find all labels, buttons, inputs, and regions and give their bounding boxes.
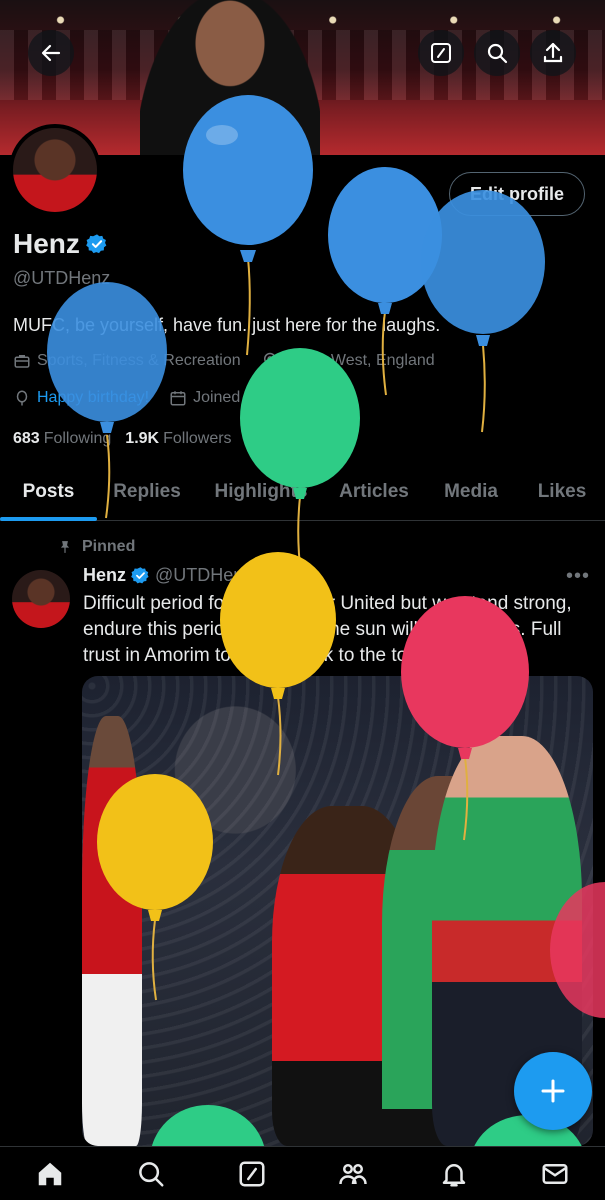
tab-posts[interactable]: Posts bbox=[0, 463, 97, 521]
edit-profile-button[interactable]: Edit profile bbox=[449, 172, 585, 216]
followers-link[interactable]: 1.9K Followers bbox=[125, 430, 231, 448]
grok-icon bbox=[239, 1161, 265, 1186]
profile-avatar[interactable] bbox=[9, 124, 101, 216]
arrow-left-icon bbox=[41, 44, 61, 62]
post-author-avatar[interactable] bbox=[12, 570, 70, 628]
notifications-icon bbox=[442, 1163, 465, 1186]
profile-meta-row-2: Happy birthday! Joined October 2017 bbox=[13, 389, 342, 407]
messages-icon bbox=[542, 1163, 568, 1184]
share-icon bbox=[543, 42, 563, 63]
profile-joined: Joined October 2017 bbox=[193, 389, 342, 406]
post-author-handle: @UTDHenz bbox=[155, 565, 253, 585]
profile-bio: MUFC, be yourself, have fun. just here f… bbox=[13, 315, 441, 335]
nav-grok[interactable] bbox=[222, 1147, 282, 1200]
pinned-label: Pinned bbox=[82, 538, 136, 555]
profile-category: Sports, Fitness & Recreation bbox=[37, 352, 241, 369]
nav-home[interactable] bbox=[20, 1147, 80, 1200]
home-icon bbox=[39, 1162, 62, 1185]
profile-name-row: Henz bbox=[13, 228, 108, 260]
search-button[interactable] bbox=[474, 30, 520, 76]
tab-highlights[interactable]: Highlights bbox=[197, 463, 325, 521]
plus-icon bbox=[541, 1079, 565, 1103]
new-post-button[interactable] bbox=[514, 1052, 592, 1130]
communities-icon bbox=[339, 1163, 367, 1184]
tab-replies[interactable]: Replies bbox=[97, 463, 197, 521]
compose-icon bbox=[431, 43, 451, 63]
pin-icon bbox=[60, 541, 70, 553]
followers-count: 1.9K bbox=[125, 430, 160, 447]
post-header: Henz @UTDHenz · 2d bbox=[83, 565, 288, 586]
birthday-link[interactable]: Happy birthday! bbox=[37, 389, 149, 407]
tab-likes[interactable]: Likes bbox=[519, 463, 605, 521]
balloon-icon bbox=[16, 390, 28, 406]
briefcase-icon bbox=[14, 355, 30, 368]
verified-badge-icon[interactable] bbox=[86, 233, 108, 255]
banner-person bbox=[140, 0, 320, 155]
grok-button[interactable] bbox=[418, 30, 464, 76]
profile-tabs: Posts Replies Highlights Articles Media … bbox=[0, 463, 605, 521]
calendar-icon bbox=[170, 391, 186, 406]
post-time: 2d bbox=[268, 565, 289, 585]
search-icon bbox=[139, 1161, 164, 1186]
back-button[interactable] bbox=[28, 30, 74, 76]
profile-name: Henz bbox=[13, 228, 80, 259]
tab-media[interactable]: Media bbox=[423, 463, 519, 521]
location-icon bbox=[263, 352, 276, 369]
tab-articles[interactable]: Articles bbox=[325, 463, 423, 521]
profile-handle: @UTDHenz bbox=[13, 268, 111, 288]
verified-badge-icon bbox=[131, 567, 149, 584]
nav-communities[interactable] bbox=[323, 1147, 383, 1200]
balloon-icon bbox=[240, 348, 360, 576]
nav-search[interactable] bbox=[121, 1147, 181, 1200]
post-author-name[interactable]: Henz bbox=[83, 565, 126, 586]
balloon-icon bbox=[421, 190, 545, 433]
search-icon bbox=[487, 43, 508, 64]
follow-stats: 683 Following 1.9K Followers bbox=[13, 430, 232, 448]
pinned-indicator: Pinned bbox=[58, 538, 135, 556]
post-text: Difficult period for Manchester United b… bbox=[83, 593, 572, 666]
post-separator: · bbox=[257, 565, 264, 585]
followers-label: Followers bbox=[163, 430, 232, 447]
bottom-navigation bbox=[0, 1146, 605, 1200]
image-player-left bbox=[82, 716, 142, 1146]
following-label: Following bbox=[43, 430, 112, 447]
following-count: 683 bbox=[13, 430, 40, 447]
share-button[interactable] bbox=[530, 30, 576, 76]
profile-meta-row-1: Sports, Fitness & Recreation South West,… bbox=[13, 352, 435, 370]
following-link[interactable]: 683 Following bbox=[13, 430, 111, 448]
profile-banner[interactable] bbox=[0, 0, 605, 155]
profile-location: South West, England bbox=[284, 352, 435, 369]
nav-notifications[interactable] bbox=[424, 1147, 484, 1200]
post-more-button[interactable]: ••• bbox=[566, 565, 590, 588]
nav-messages[interactable] bbox=[525, 1147, 585, 1200]
